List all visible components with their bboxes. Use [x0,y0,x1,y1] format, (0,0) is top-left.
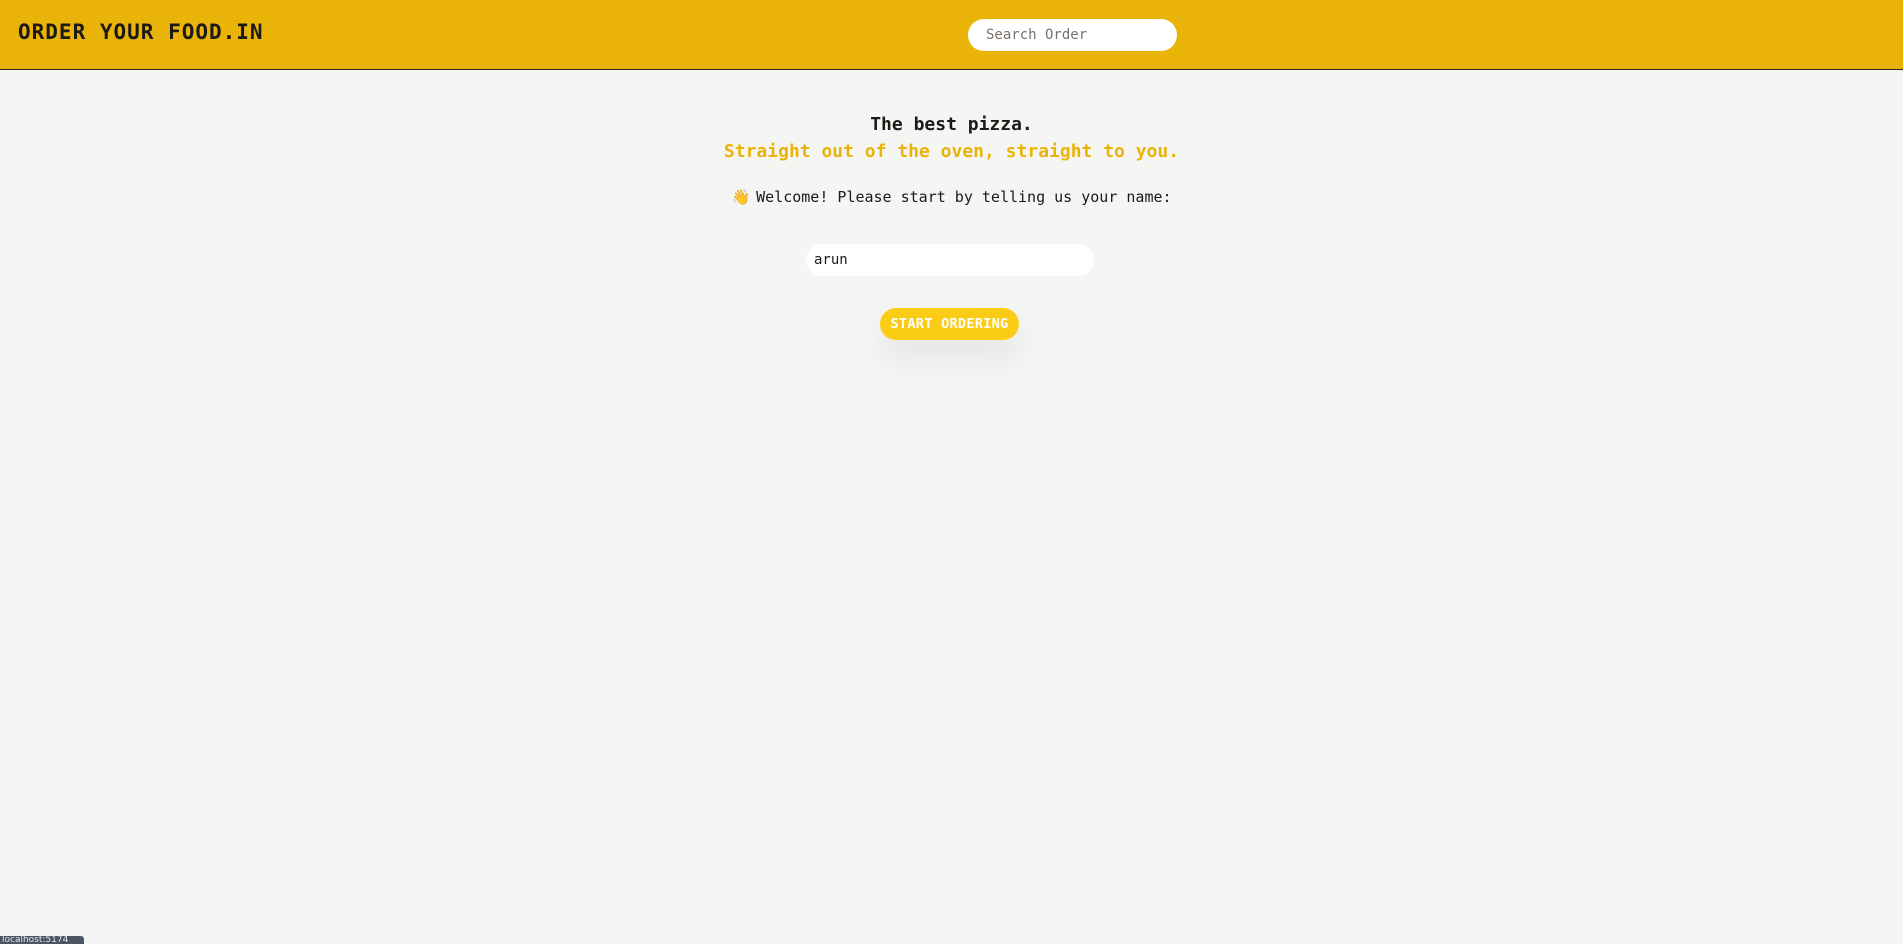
hero-heading: The best pizza. Straight out of the oven… [0,112,1903,166]
hero-title: The best pizza. [870,114,1033,135]
customer-name-input[interactable] [806,244,1094,276]
welcome-message: 👋 Welcome! Please start by telling us you… [0,188,1903,206]
search-order-input[interactable] [968,19,1177,51]
welcome-text: Welcome! Please start by telling us your… [756,188,1172,206]
hero-subtitle: Straight out of the oven, straight to yo… [723,141,1180,162]
browser-status-url: localhost:5174 [0,936,84,944]
app-header: ORDER YOUR FOOD.IN [0,0,1903,70]
start-ordering-button[interactable]: START ORDERING [880,308,1019,340]
waving-hand-icon: 👋 [731,188,751,206]
logo-link[interactable]: ORDER YOUR FOOD.IN [18,20,264,44]
